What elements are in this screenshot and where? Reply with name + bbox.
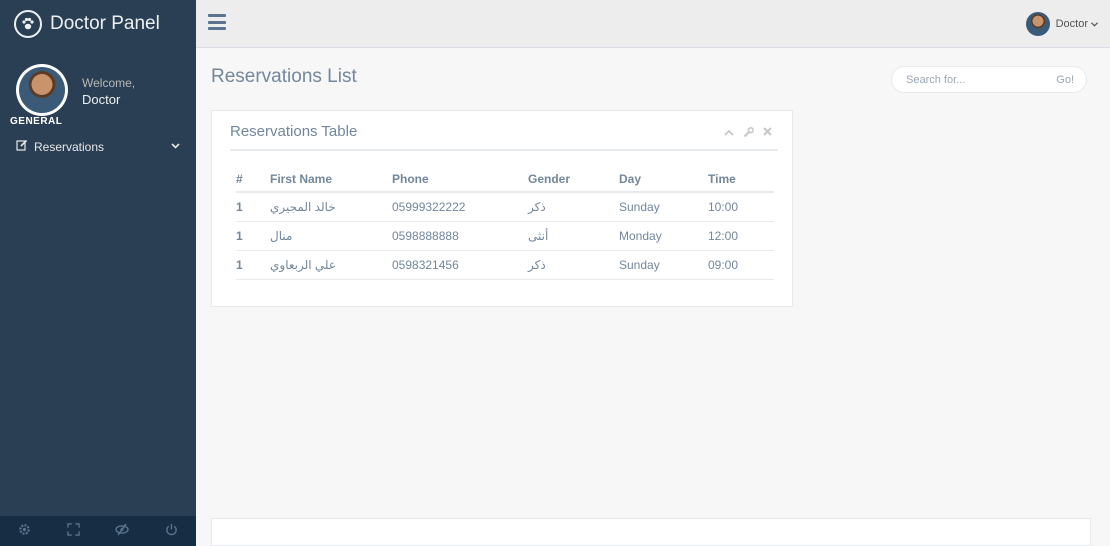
sidebar-footer [0, 516, 196, 546]
search-box: Go! [891, 66, 1087, 93]
chevron-down-icon [171, 141, 180, 152]
reservations-panel: Reservations Table # First Name Phone Ge… [211, 110, 793, 307]
top-nav: Doctor [196, 0, 1110, 48]
table-cell: 1 [236, 250, 270, 280]
power-icon[interactable] [165, 523, 178, 539]
panel-header: Reservations Table [230, 123, 778, 151]
edit-icon [16, 139, 28, 154]
table-row[interactable]: 1 منال 0598888888 أنثى Monday 12:00 [236, 221, 774, 251]
sidebar-item-reservations[interactable]: Reservations [0, 127, 196, 154]
eye-slash-icon[interactable] [115, 523, 130, 539]
search-go-button[interactable]: Go! [1056, 74, 1086, 86]
gear-icon[interactable] [18, 523, 31, 539]
sidebar-item-label: Reservations [34, 139, 105, 154]
table-cell: ذكر [528, 192, 619, 222]
user-menu[interactable]: Doctor [1025, 12, 1098, 36]
table-header-row: # First Name Phone Gender Day Time [236, 166, 774, 193]
panel-tools [724, 126, 772, 141]
table-cell: 12:00 [708, 221, 774, 251]
page-title: Reservations List [211, 66, 357, 87]
table-row[interactable]: 1 علي الربعاوي 0598321456 ذكر Sunday 09:… [236, 250, 774, 280]
welcome-text: Welcome, [82, 75, 136, 90]
table-cell: علي الربعاوي [270, 250, 392, 280]
column-header: Day [619, 166, 708, 193]
menu-toggle-icon[interactable] [208, 14, 226, 30]
table-cell: أنثى [528, 221, 619, 251]
table-cell: 09:00 [708, 250, 774, 280]
profile: Welcome, Doctor [0, 48, 196, 116]
column-header: Phone [392, 166, 528, 193]
table-cell: Sunday [619, 192, 708, 222]
table-cell: 0598321456 [392, 250, 528, 280]
search-input[interactable] [892, 73, 1057, 86]
table-cell: Sunday [619, 250, 708, 280]
page-footer [211, 518, 1091, 546]
table-cell: 1 [236, 221, 270, 251]
wrench-icon[interactable] [743, 126, 755, 141]
column-header: Gender [528, 166, 619, 193]
fullscreen-icon[interactable] [66, 523, 80, 539]
table-cell: Monday [619, 221, 708, 251]
table-cell: 0598888888 [392, 221, 528, 251]
table-cell: 05999322222 [392, 192, 528, 222]
collapse-icon[interactable] [724, 127, 734, 141]
column-header: First Name [270, 166, 392, 193]
brand-title: Doctor Panel [50, 13, 160, 34]
sidebar: Doctor Panel Welcome, Doctor GENERAL Res… [0, 0, 196, 546]
paw-icon [14, 10, 42, 38]
table-cell: 1 [236, 192, 270, 222]
close-icon[interactable] [763, 127, 772, 141]
chevron-down-icon [1091, 18, 1098, 30]
table-cell: ذكر [528, 250, 619, 280]
avatar [16, 64, 68, 116]
avatar [1025, 12, 1050, 36]
panel-title: Reservations Table [230, 123, 358, 140]
table-cell: منال [270, 221, 392, 251]
table-cell: خالد المجيري [270, 192, 392, 222]
profile-name: Doctor [82, 91, 121, 107]
section-title: GENERAL [10, 116, 63, 127]
table-cell: 10:00 [708, 192, 774, 222]
reservations-table: # First Name Phone Gender Day Time 1 خال… [236, 166, 774, 280]
brand[interactable]: Doctor Panel [0, 0, 196, 48]
column-header: Time [708, 166, 774, 193]
table-row[interactable]: 1 خالد المجيري 05999322222 ذكر Sunday 10… [236, 192, 774, 222]
column-header: # [236, 166, 270, 193]
user-menu-label: Doctor [1055, 18, 1088, 30]
